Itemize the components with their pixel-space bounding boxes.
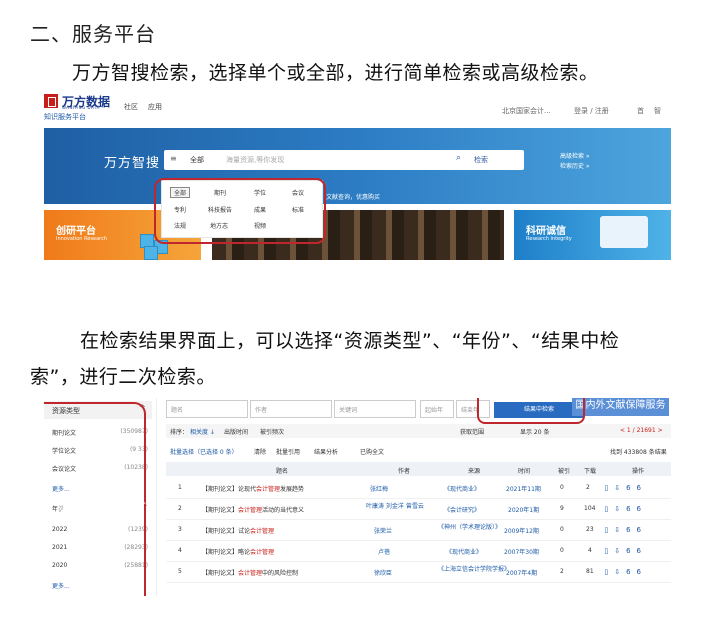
clear-button[interactable]: 清除 [254, 447, 266, 456]
search-box[interactable]: ≡ 全部 海量资源,等你发现 ⌕ 检索 [164, 150, 524, 170]
top-bar: 万方数据 WANFANG DATA 知识服务平台 社区 应用 北京国家会计...… [44, 90, 671, 126]
scope-select[interactable]: 全部 [190, 155, 204, 165]
sort-cited[interactable]: 被引频次 [260, 427, 284, 436]
start-year-filter[interactable]: 起始年 [420, 400, 454, 418]
page-size-select[interactable]: 显示 20 条 [520, 427, 549, 436]
search-banner: 万方智搜 ≡ 全部 海量资源,等你发现 ⌕ 检索 高级检索 » 检索历史 » 文… [44, 128, 671, 204]
table-row[interactable]: 4 【期刊论文】 略论 会计管理 卢蓓 《现代商业》 2007年30期 0 4 … [166, 541, 671, 562]
screenshot-results: 资源类型 ^ 期刊论文 (350987) 学位论文 (9 33) 会议论文 (1… [44, 398, 671, 596]
result-analysis-button[interactable]: 结果分析 [314, 447, 338, 456]
top-link-second[interactable]: 智 [654, 106, 661, 116]
result-toolbar: 批量选择（已选择 0 条） 清除 批量引用 结果分析 已购全文 找到 43380… [166, 444, 671, 458]
screenshot-search-home: 万方数据 WANFANG DATA 知识服务平台 社区 应用 北京国家会计...… [44, 90, 671, 260]
pagination[interactable]: < 1 / 21691 > [620, 427, 663, 434]
cube-icon [144, 246, 158, 260]
search-button[interactable]: 检索 [474, 155, 488, 165]
row-action-icons[interactable]: ▯⇩66 [604, 484, 647, 492]
table-header: 题名 作者 来源 时间 被引 下载 操作 [166, 462, 671, 476]
logo-tagline: 知识服务平台 [44, 113, 86, 121]
row-action-icons[interactable]: ▯⇩66 [604, 526, 647, 534]
author-filter[interactable]: 作者 [250, 400, 332, 418]
table-row[interactable]: 3 【期刊论文】 试论 会计管理 张荣兰 《神州（学术理论版）》 2009年12… [166, 520, 671, 541]
search-history-link[interactable]: 检索历史 » [560, 162, 590, 172]
login-link[interactable]: 登录 / 注册 [574, 106, 609, 116]
row-action-icons[interactable]: ▯⇩66 [604, 547, 647, 555]
row-action-icons[interactable]: ▯⇩66 [604, 505, 647, 513]
advanced-links: 高级检索 » 检索历史 » [560, 152, 590, 172]
top-link-first[interactable]: 首 [637, 106, 644, 116]
search-icon[interactable]: ⌕ [456, 153, 461, 163]
keyword-filter[interactable]: 关键词 [334, 400, 416, 418]
advanced-search-link[interactable]: 高级检索 » [560, 152, 590, 162]
highlight-circle [154, 178, 326, 244]
nav-community[interactable]: 社区 [124, 102, 138, 112]
table-row[interactable]: 1 【期刊论文】 论现代 会计管理 发展趋势 张红梅 《现代商业》 2021年1… [166, 478, 671, 499]
row-action-icons[interactable]: ▯⇩66 [604, 568, 647, 576]
tile-integrity[interactable]: 科研诚信 Research integrity [514, 210, 671, 260]
purchased-checkbox[interactable]: 已购全文 [360, 447, 384, 456]
found-count: 找到 433808 条结果 [610, 449, 667, 456]
search-input[interactable]: 海量资源,等你发现 [226, 155, 284, 165]
sort-bar: 排序： 相关度 ↓ 出版时间 被引频次 获取范围 显示 20 条 < 1 / 2… [166, 424, 671, 438]
table-row[interactable]: 2 【期刊论文】 会计管理 活动的当代意义 叶康涛 刘金洋 曾雪云 《会计研究》… [166, 499, 671, 520]
service-button[interactable]: 国内外文献保障服务 [572, 398, 669, 416]
logo-icon [44, 94, 58, 108]
paragraph-2-line-2: 索”，进行二次检索。 [30, 366, 216, 388]
brand-title: 万方智搜 [104, 156, 161, 171]
banner-hint: 文献查询，优惠购买 [326, 194, 381, 201]
sort-relevance[interactable]: 相关度 ↓ [190, 427, 215, 436]
highlight-circle [477, 398, 585, 424]
faded-overlay-text: 果界面上，可 [56, 500, 147, 518]
section-heading: 二、服务平台 [30, 22, 156, 46]
sort-date[interactable]: 出版时间 [224, 427, 248, 436]
paragraph-1: 万方智搜检索，选择单个或全部，进行简单检索或高级检索。 [72, 62, 599, 84]
scope-select[interactable]: 获取范围 [460, 427, 484, 436]
table-row[interactable]: 5 【期刊论文】 会计管理 中的风险控制 徐欣臣 《上海立信会计学院学报》 20… [166, 562, 671, 583]
batch-cite-button[interactable]: 批量引用 [276, 447, 300, 456]
book-icon [600, 216, 648, 248]
title-filter[interactable]: 题名 [166, 400, 248, 418]
nav-apps[interactable]: 应用 [148, 102, 162, 112]
paragraph-2-line-1: 在检索结果界面上，可以选择“资源类型”、“年份”、“结果中检 [80, 330, 620, 352]
institution-link[interactable]: 北京国家会计... [502, 106, 551, 116]
menu-icon[interactable]: ≡ [170, 154, 177, 163]
batch-select[interactable]: 批量选择（已选择 0 条） [170, 447, 238, 456]
